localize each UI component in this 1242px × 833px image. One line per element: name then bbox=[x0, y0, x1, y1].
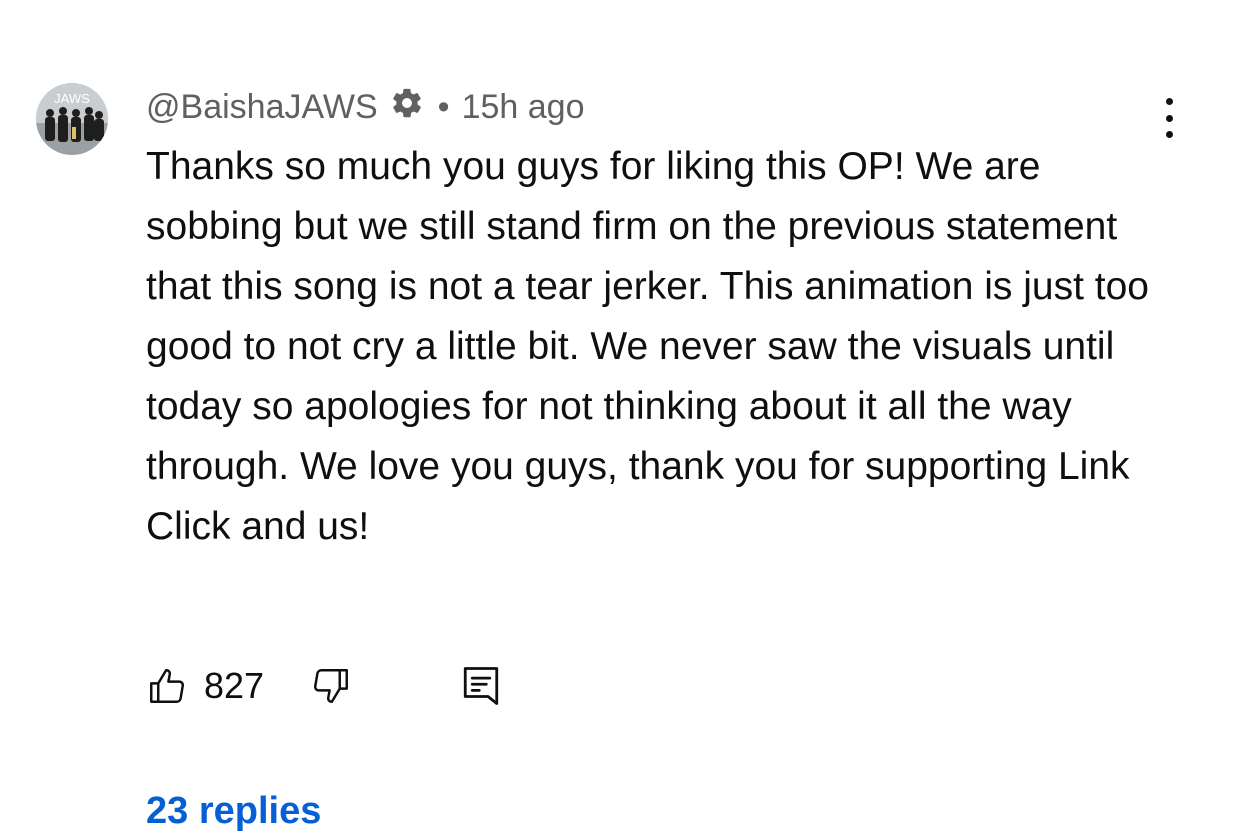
reply-button[interactable] bbox=[460, 663, 502, 709]
creator-badge-icon bbox=[378, 86, 424, 129]
comment-actions: 827 bbox=[146, 660, 502, 712]
like-count: 827 bbox=[204, 665, 265, 706]
author-handle[interactable]: @BaishaJAWS bbox=[146, 88, 378, 127]
header-separator: • bbox=[437, 87, 450, 126]
thumbs-up-icon bbox=[150, 669, 184, 703]
avatar-logo-text: JAWS bbox=[54, 91, 90, 106]
replies-link[interactable]: 23 replies bbox=[146, 790, 321, 833]
like-button[interactable] bbox=[146, 665, 188, 707]
comment-text: Thanks so much you guys for liking this … bbox=[146, 145, 1149, 548]
comment-reply-icon bbox=[463, 667, 499, 705]
avatar[interactable]: JAWS bbox=[36, 83, 108, 155]
thumbs-down-icon bbox=[314, 669, 349, 703]
comment-timestamp: 15h ago bbox=[461, 87, 585, 126]
dislike-button[interactable] bbox=[310, 665, 352, 707]
comment-header: @BaishaJAWS • 15h ago bbox=[146, 84, 584, 130]
more-vertical-icon[interactable] bbox=[1152, 98, 1186, 138]
